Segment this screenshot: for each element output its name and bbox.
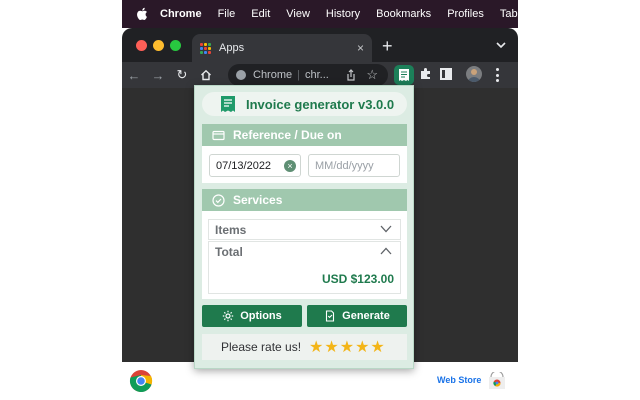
share-icon[interactable]	[346, 69, 356, 81]
gear-icon	[223, 310, 234, 322]
generate-button[interactable]: Generate	[307, 305, 407, 327]
apple-icon[interactable]	[136, 7, 148, 21]
clear-date-icon[interactable]: ×	[284, 160, 296, 172]
total-accordion[interactable]: Total USD $123.00	[208, 241, 401, 294]
address-url: chr...	[304, 69, 329, 81]
reference-date-value: 07/13/2022	[216, 159, 272, 172]
generate-button-label: Generate	[342, 310, 390, 322]
menu-view[interactable]: View	[286, 8, 310, 20]
side-panel-icon[interactable]	[440, 68, 452, 80]
invoice-generator-popup: Invoice generator v3.0.0 Reference / Due…	[194, 85, 414, 369]
popup-header: Invoice generator v3.0.0	[202, 92, 407, 116]
address-separator: |	[297, 69, 300, 81]
apps-grid-icon	[200, 42, 211, 54]
profile-avatar[interactable]	[466, 66, 482, 82]
rate-prompt: Please rate us!	[221, 340, 302, 354]
home-icon[interactable]	[194, 63, 218, 87]
address-origin: Chrome	[253, 69, 293, 81]
reference-section-header: Reference / Due on	[202, 124, 407, 146]
chrome-logo-icon	[129, 370, 153, 393]
services-panel: Items Total USD $123.00	[202, 211, 407, 299]
tab-close-icon[interactable]: ×	[357, 41, 364, 55]
reference-date-input[interactable]: 07/13/2022 ×	[209, 154, 301, 177]
close-window-button[interactable]	[136, 40, 147, 51]
screenshot-stage: Chrome File Edit View History Bookmarks …	[0, 0, 640, 400]
items-accordion[interactable]: Items	[208, 219, 401, 240]
services-section-header: Services	[202, 189, 407, 211]
bookmark-star-icon[interactable]: ☆	[366, 67, 378, 83]
back-arrow-icon[interactable]: ←	[122, 63, 146, 87]
document-icon	[326, 310, 335, 322]
web-store-icon	[489, 372, 505, 389]
total-label: Total	[215, 245, 243, 259]
tab-title: Apps	[219, 42, 245, 54]
receipt-icon	[221, 96, 235, 112]
total-amount: USD $123.00	[321, 272, 394, 286]
extensions-puzzle-icon[interactable]	[419, 67, 433, 81]
due-date-placeholder: MM/dd/yyyy	[315, 159, 374, 172]
chrome-page-icon	[236, 70, 246, 80]
minimize-window-button[interactable]	[153, 40, 164, 51]
rating-bar: Please rate us! ★★★★★	[202, 334, 407, 360]
menu-tab[interactable]: Tab	[500, 8, 518, 20]
menu-app-chrome[interactable]: Chrome	[160, 8, 202, 20]
options-button[interactable]: Options	[202, 305, 302, 327]
menu-file[interactable]: File	[218, 8, 236, 20]
web-store-link[interactable]: Web Store	[437, 375, 481, 385]
reference-panel: 07/13/2022 × MM/dd/yyyy	[202, 146, 407, 183]
items-label: Items	[215, 222, 247, 237]
reference-section-title: Reference / Due on	[233, 128, 342, 142]
popup-title: Invoice generator v3.0.0	[246, 96, 395, 112]
more-menu-icon[interactable]	[496, 68, 500, 82]
chevron-down-icon[interactable]	[496, 40, 506, 50]
address-bar[interactable]: Chrome | chr... ☆	[228, 64, 388, 86]
forward-arrow-icon[interactable]: →	[146, 63, 170, 87]
menu-bookmarks[interactable]: Bookmarks	[376, 8, 431, 20]
card-icon	[212, 130, 225, 140]
due-date-input[interactable]: MM/dd/yyyy	[308, 154, 400, 177]
menu-edit[interactable]: Edit	[251, 8, 270, 20]
macos-menubar: Chrome File Edit View History Bookmarks …	[122, 0, 518, 28]
check-circle-icon	[212, 193, 225, 207]
tab-apps[interactable]: Apps ×	[192, 34, 372, 62]
services-section-title: Services	[233, 193, 283, 207]
new-tab-button[interactable]: +	[382, 36, 393, 56]
reload-icon[interactable]: ↻	[170, 63, 194, 87]
fullscreen-window-button[interactable]	[170, 40, 181, 51]
chevron-down-icon	[380, 225, 392, 233]
invoice-extension-icon[interactable]	[394, 65, 414, 85]
menu-profiles[interactable]: Profiles	[447, 8, 484, 20]
chevron-up-icon	[380, 247, 392, 255]
tab-strip: Apps × +	[122, 28, 518, 62]
rating-stars[interactable]: ★★★★★	[309, 337, 386, 357]
menu-history[interactable]: History	[326, 8, 360, 20]
options-button-label: Options	[240, 310, 282, 322]
